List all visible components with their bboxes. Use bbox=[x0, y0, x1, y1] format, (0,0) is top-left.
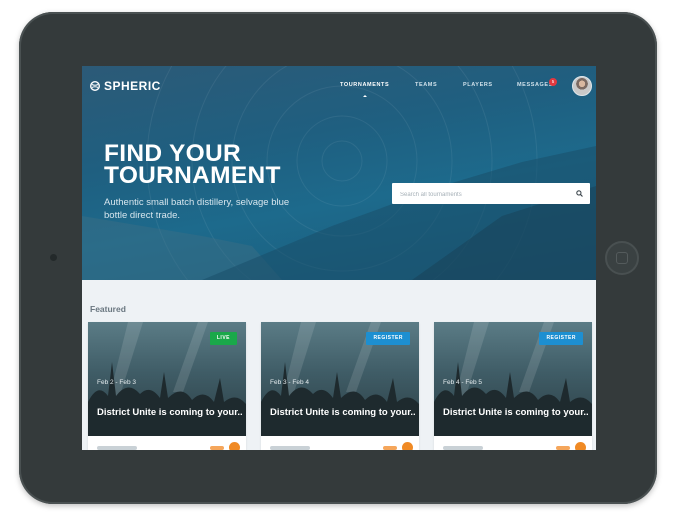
avatar[interactable] bbox=[572, 76, 592, 96]
card-image: LIVE Feb 2 - Feb 3 District Unite is com… bbox=[88, 322, 246, 436]
spheric-logo-icon bbox=[90, 81, 100, 91]
page-title: FIND YOUR TOURNAMENT bbox=[104, 141, 334, 189]
messages-badge: 5 bbox=[549, 78, 557, 86]
hero-subtitle: Authentic small batch distillery, selvag… bbox=[104, 197, 290, 221]
app-screen: SPHERIC TOURNAMENTS TEAMS PLAYERS MESSAG… bbox=[82, 66, 596, 450]
search-icon[interactable] bbox=[576, 190, 583, 197]
brand-name: SPHERIC bbox=[104, 79, 161, 93]
coin-icon bbox=[229, 442, 240, 450]
search-box[interactable] bbox=[392, 183, 590, 206]
home-button[interactable] bbox=[605, 241, 639, 275]
brand-logo[interactable]: SPHERIC bbox=[90, 79, 161, 93]
card-footer-text bbox=[97, 446, 137, 450]
card-dates: Feb 2 - Feb 3 bbox=[97, 379, 137, 386]
register-tag[interactable]: REGISTER bbox=[366, 332, 410, 345]
live-tag[interactable]: LIVE bbox=[209, 332, 237, 345]
card-image: REGISTER Feb 3 - Feb 4 District Unite is… bbox=[261, 322, 419, 436]
card-title[interactable]: District Unite is coming to your... bbox=[97, 407, 243, 418]
coin-icon bbox=[402, 442, 413, 450]
tournament-card[interactable]: LIVE Feb 2 - Feb 3 District Unite is com… bbox=[88, 322, 246, 450]
top-navigation: SPHERIC TOURNAMENTS TEAMS PLAYERS MESSAG… bbox=[82, 66, 596, 104]
card-footer-text bbox=[443, 446, 483, 450]
card-title[interactable]: District Unite is coming to your... bbox=[270, 407, 416, 418]
search-input[interactable] bbox=[398, 183, 572, 206]
nav-teams[interactable]: TEAMS bbox=[415, 82, 437, 88]
tournament-card[interactable]: REGISTER Feb 4 - Feb 5 District Unite is… bbox=[434, 322, 592, 450]
card-dates: Feb 4 - Feb 5 bbox=[443, 379, 483, 386]
nav-messages[interactable]: MESSAGES bbox=[517, 82, 553, 88]
card-title[interactable]: District Unite is coming to your... bbox=[443, 407, 589, 418]
hero-section: SPHERIC TOURNAMENTS TEAMS PLAYERS MESSAG… bbox=[82, 66, 596, 280]
card-footer-value bbox=[556, 446, 570, 450]
nav-players[interactable]: PLAYERS bbox=[463, 82, 493, 88]
active-nav-indicator bbox=[363, 95, 367, 97]
card-dates: Feb 3 - Feb 4 bbox=[270, 379, 310, 386]
card-footer-text bbox=[270, 446, 310, 450]
camera-icon bbox=[50, 254, 57, 261]
tournament-card[interactable]: REGISTER Feb 3 - Feb 4 District Unite is… bbox=[261, 322, 419, 450]
featured-heading: Featured bbox=[90, 304, 126, 314]
nav-tournaments[interactable]: TOURNAMENTS bbox=[340, 82, 389, 88]
page-title-line-2: TOURNAMENT bbox=[104, 162, 281, 189]
card-footer-value bbox=[383, 446, 397, 450]
card-image: REGISTER Feb 4 - Feb 5 District Unite is… bbox=[434, 322, 592, 436]
coin-icon bbox=[575, 442, 586, 450]
card-footer-value bbox=[210, 446, 224, 450]
register-tag[interactable]: REGISTER bbox=[539, 332, 583, 345]
